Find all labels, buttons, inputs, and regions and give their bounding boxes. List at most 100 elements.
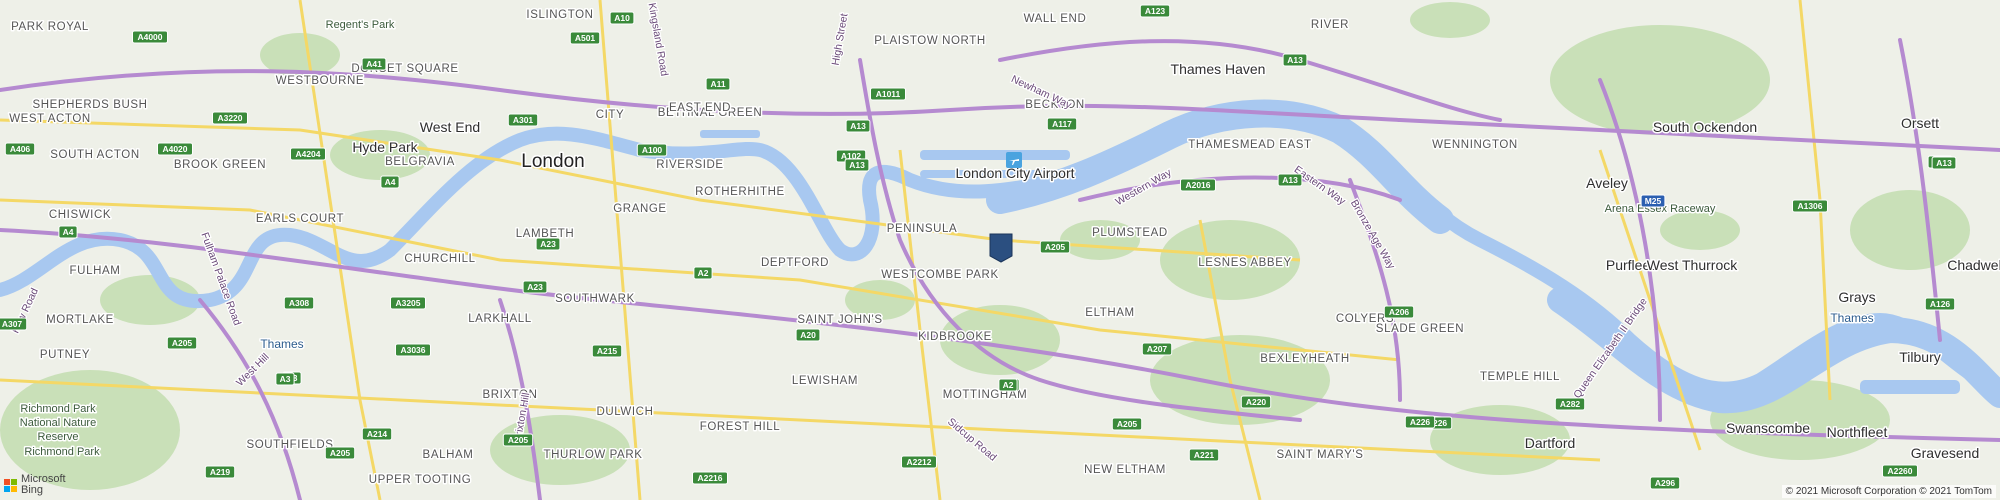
road-shield-label: A301 [513,115,534,125]
place-label: THURLOW PARK [544,449,643,461]
place-label: SOUTH ACTON [50,149,139,161]
road-shield: A1011 [870,87,906,101]
road-shield-label: A123 [1145,6,1166,16]
road-shield: A301 [507,113,539,127]
road-shield-label: A219 [210,467,231,477]
place-label: Richmond Park [24,446,100,458]
road-shield: A11 [705,77,731,91]
road-shield-label: A2 [698,268,709,278]
place-label: Swanscombe [1726,420,1810,436]
map-pin-icon[interactable] [989,233,1013,263]
road-shield: A205 [166,336,198,350]
place-label: Hyde Park [352,139,418,155]
place-label: Thames Haven [1171,61,1266,77]
city-label: London [521,151,584,172]
map-view[interactable]: PARK ROYAL ISLINGTON BETHNAL GREEN PLAISTOW… [0,0,2000,500]
road-shield: A117 [1046,117,1078,131]
road-shield: A307 [0,317,28,331]
road-shield-label: A20 [800,330,816,340]
road-shield: A4204 [290,147,326,161]
road-shield: A406 [4,142,36,156]
place-label: PARK ROYAL [11,21,89,33]
road-shield: A13 [844,158,870,172]
road-shield: A2 [998,378,1018,392]
road-shield: A207 [1141,342,1173,356]
road-shield-label: A207 [1147,344,1168,354]
airplane-icon[interactable] [1006,152,1022,168]
road-shield-label: A307 [2,319,23,329]
map-canvas[interactable]: PARK ROYALISLINGTONBETHNAL GREENPLAISTOW… [0,0,2000,500]
road-shield: A13 [1282,53,1308,67]
road-shield: A214 [361,427,393,441]
place-label: PUTNEY [40,349,90,361]
road-shield: A3036 [395,343,431,357]
place-label: WALL END [1024,13,1087,25]
road-shield-label: A126 [1930,299,1951,309]
road-shield-label: A308 [289,298,310,308]
place-label: SHEPHERDS BUSH [32,99,147,111]
road-shield: A226 [1404,415,1436,429]
road-shield-label: A206 [1389,307,1410,317]
place-label: PLAISTOW NORTH [874,35,986,47]
place-label: South Ockendon [1653,119,1757,135]
road-shield: A2212 [901,455,937,469]
place-label-park-part: Reserve [38,431,79,443]
road-shield: A205 [1111,417,1143,431]
bing-logo[interactable]: Microsoft Bing [4,474,66,496]
place-label: West End [420,119,480,135]
place-label: KIDBROOKE [918,331,992,343]
road-shield-label: A13 [1287,55,1303,65]
place-label: DEPTFORD [761,257,829,269]
place-label: ELTHAM [1085,307,1134,319]
place-label: Northfleet [1827,424,1888,440]
place-label: BEXLEYHEATH [1260,353,1349,365]
map-attribution[interactable]: © 2021 Microsoft Corporation © 2021 TomT… [1781,485,1996,498]
place-label: Gravesend [1911,445,1979,461]
place-label: LEWISHAM [792,375,858,387]
road-shield: A23 [535,237,561,251]
road-shield-label: A205 [172,338,193,348]
place-label: THAMESMEAD EAST [1188,139,1311,151]
place-label: GRANGE [613,203,666,215]
road-shield-label: A4000 [137,32,162,42]
logo-line-bing: Bing [21,484,44,496]
place-label: CITY [596,109,625,121]
road-shield: A296 [1649,476,1681,490]
place-label: Grays [1838,289,1875,305]
road-shield-label: A205 [508,435,529,445]
road-shield: A308 [283,296,315,310]
place-label: ROTHERHITHE [695,186,785,198]
road-label: Sidcup Road [945,416,999,464]
road-shield: A282 [1554,397,1586,411]
road-shield: A4000 [132,30,168,44]
road-shield-label: A4 [63,227,74,237]
microsoft-logo-icon [4,478,17,492]
road-shield-label: A205 [1045,242,1066,252]
road-shield: A3 [275,372,295,386]
road-shield-label: A226 [1410,417,1431,427]
road-shield: A41 [361,57,387,71]
road-shield-label: A13 [1282,175,1298,185]
road-shield: A220 [1240,395,1272,409]
road-shield-label: A23 [540,239,556,249]
place-label: SAINT MARY'S [1277,449,1364,461]
road-shield-label: A205 [330,448,351,458]
road-shield-label: A205 [1117,419,1138,429]
place-label: ISLINGTON [526,9,593,21]
road-shield: A501 [569,31,601,45]
road-shield-label: A220 [1246,397,1267,407]
road-shield-label: A3220 [217,113,242,123]
road-shield: A3220 [212,111,248,125]
place-label: PENINSULA [887,223,958,235]
place-label: SOUTHFIELDS [246,439,333,451]
road-shield-label: A501 [575,33,596,43]
road-shield-label: A282 [1560,399,1581,409]
place-label: EAST END [669,102,731,114]
place-label: MORTLAKE [46,314,114,326]
place-label: SLADE GREEN [1376,323,1464,335]
place-label: CHURCHILL [404,253,475,265]
place-label: FULHAM [70,265,121,277]
place-label: TEMPLE HILL [1480,371,1560,383]
place-label: Chadwell [1947,257,2000,273]
road-shield: A10 [609,11,635,25]
